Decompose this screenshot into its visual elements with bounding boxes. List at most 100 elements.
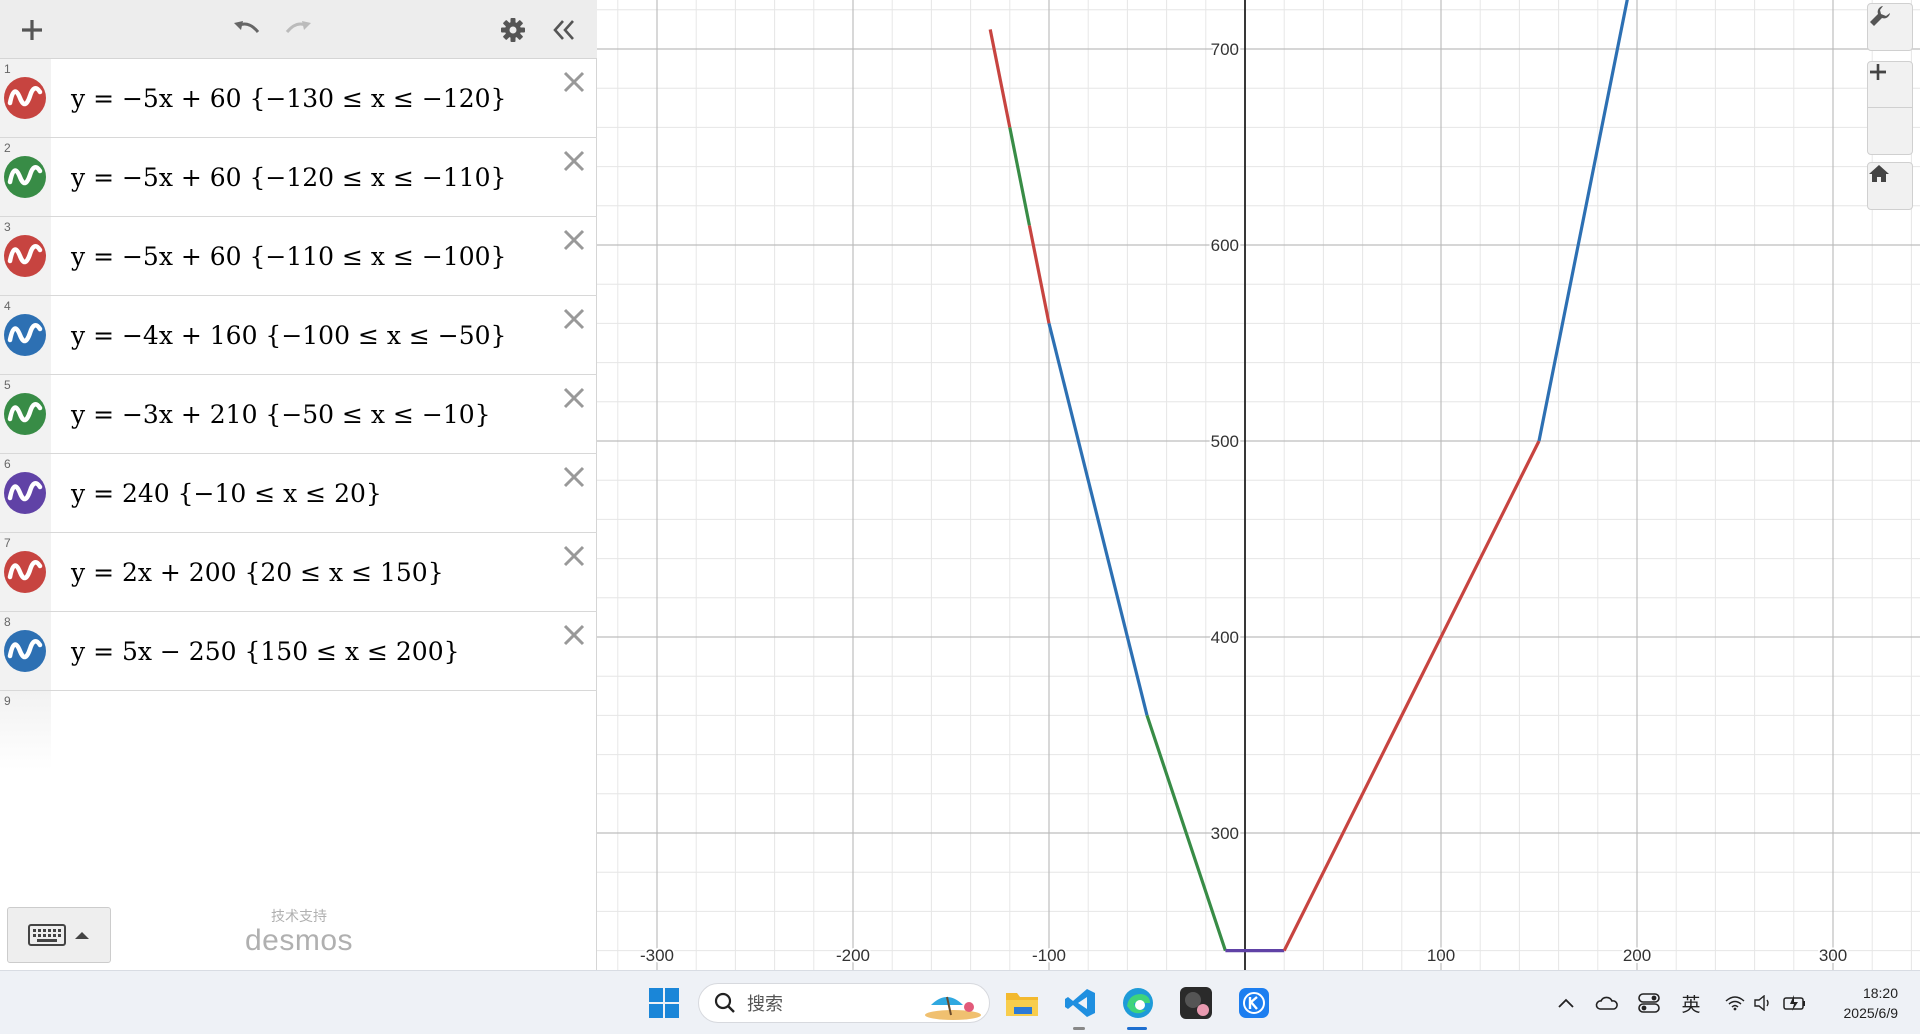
expression-row[interactable]: 5 y = −3x + 210 {−50 ≤ x ≤ −10} xyxy=(0,375,597,454)
x-tick-label: -300 xyxy=(640,946,674,965)
close-icon xyxy=(563,466,585,488)
graph-settings-button[interactable] xyxy=(1868,4,1912,50)
gear-icon xyxy=(501,18,525,42)
close-icon xyxy=(563,150,585,172)
graph-paper[interactable]: -300 -200 -100 100 200 300 300 400 500 600 700 xyxy=(597,0,1920,970)
curve-icon xyxy=(7,244,43,265)
curve-icon xyxy=(7,165,43,186)
close-icon xyxy=(563,387,585,409)
onedrive-button[interactable] xyxy=(1592,981,1622,1025)
speaker-icon xyxy=(1754,995,1769,1011)
expression-gutter: 7 xyxy=(0,533,51,611)
vscode-button[interactable] xyxy=(1058,981,1102,1025)
series-line-2 xyxy=(1008,127,1031,226)
redo-icon xyxy=(285,21,311,33)
expression-index: 7 xyxy=(4,536,11,550)
zoom-out-button[interactable] xyxy=(1868,70,1912,154)
expression-list: 1 y = −5x + 60 {−130 ≤ x ≤ −120} 2 y = −5x … xyxy=(0,59,597,770)
settings-button[interactable] xyxy=(491,8,535,52)
undo-icon xyxy=(234,21,260,33)
expression-input[interactable]: y = −5x + 60 {−120 ≤ x ≤ −110} xyxy=(51,138,506,216)
expression-row[interactable]: 8 y = 5x − 250 {150 ≤ x ≤ 200} xyxy=(0,612,597,691)
k-app-button[interactable] xyxy=(1232,981,1276,1025)
keyboard-icon xyxy=(28,924,66,946)
delete-expression-button[interactable] xyxy=(559,146,589,176)
home-icon xyxy=(1869,165,1889,182)
start-button[interactable] xyxy=(642,981,686,1025)
graph-visibility-toggle[interactable] xyxy=(4,314,46,356)
user-app-button[interactable] xyxy=(1174,981,1218,1025)
wrench-icon xyxy=(1870,6,1890,26)
undo-button[interactable] xyxy=(225,8,269,52)
system-clock[interactable]: 18:20 2025/6/9 xyxy=(1844,983,1899,1023)
expression-input[interactable]: y = 2x + 200 {20 ≤ x ≤ 150} xyxy=(51,533,444,611)
delete-expression-button[interactable] xyxy=(559,541,589,571)
expression-index: 6 xyxy=(4,457,11,471)
expression-gutter: 5 xyxy=(0,375,51,453)
graph-visibility-toggle[interactable] xyxy=(4,551,46,593)
expression-row[interactable]: 2 y = −5x + 60 {−120 ≤ x ≤ −110} xyxy=(0,138,597,217)
graph-visibility-toggle[interactable] xyxy=(4,472,46,514)
expression-index: 9 xyxy=(4,694,11,708)
expression-index: 2 xyxy=(4,141,11,155)
powered-by-desmos[interactable]: 技术支持 desmos xyxy=(244,906,354,956)
expression-input[interactable]: y = −4x + 160 {−100 ≤ x ≤ −50} xyxy=(51,296,506,374)
battery-button[interactable] xyxy=(1780,981,1810,1025)
running-app-indicator xyxy=(1073,1027,1085,1030)
show-hidden-icons-button[interactable] xyxy=(1552,981,1580,1025)
expression-row[interactable]: 3 y = −5x + 60 {−110 ≤ x ≤ −100} xyxy=(0,217,597,296)
wifi-button[interactable] xyxy=(1722,981,1748,1025)
clock-time: 18:20 xyxy=(1862,985,1898,1001)
expression-input[interactable]: y = 5x − 250 {150 ≤ x ≤ 200} xyxy=(51,612,460,690)
delete-expression-button[interactable] xyxy=(559,225,589,255)
battery-charging-icon xyxy=(1783,995,1805,1011)
windows-logo-icon xyxy=(649,988,679,1018)
graph-visibility-toggle[interactable] xyxy=(4,77,46,119)
caret-up-icon xyxy=(75,932,89,939)
edge-icon xyxy=(1123,988,1153,1018)
empty-expression-row[interactable]: 9 xyxy=(0,691,597,770)
x-tick-label: -200 xyxy=(836,946,870,965)
series-line-8 xyxy=(1537,0,1629,442)
expression-input[interactable]: y = −5x + 60 {−110 ≤ x ≤ −100} xyxy=(51,217,506,295)
expression-row[interactable]: 1 y = −5x + 60 {−130 ≤ x ≤ −120} xyxy=(0,59,597,138)
add-expression-button[interactable] xyxy=(10,8,54,52)
graph-visibility-toggle[interactable] xyxy=(4,393,46,435)
redo-button[interactable] xyxy=(276,8,320,52)
expression-input[interactable]: y = 240 {−10 ≤ x ≤ 20} xyxy=(51,454,382,532)
default-viewport-button[interactable] xyxy=(1868,163,1912,209)
expression-row[interactable]: 7 y = 2x + 200 {20 ≤ x ≤ 150} xyxy=(0,533,597,612)
keyboard-toggle-button[interactable] xyxy=(7,907,111,963)
graph-visibility-toggle[interactable] xyxy=(4,235,46,277)
delete-expression-button[interactable] xyxy=(559,67,589,97)
delete-expression-button[interactable] xyxy=(559,383,589,413)
close-icon xyxy=(563,71,585,93)
delete-expression-button[interactable] xyxy=(559,304,589,334)
quick-settings-toggle[interactable] xyxy=(1634,981,1664,1025)
curve-icon xyxy=(7,323,43,344)
expression-row[interactable]: 4 y = −4x + 160 {−100 ≤ x ≤ −50} xyxy=(0,296,597,375)
delete-expression-button[interactable] xyxy=(559,462,589,492)
collapse-sidebar-button[interactable] xyxy=(542,8,586,52)
graph-canvas[interactable]: -300 -200 -100 100 200 300 300 400 500 600 700 xyxy=(597,0,1920,970)
windows-taskbar: 搜索 英 18:20 2025/6/9 xyxy=(0,970,1920,1034)
volume-button[interactable] xyxy=(1750,981,1776,1025)
zoom-controls xyxy=(1867,61,1913,155)
wifi-icon xyxy=(1725,996,1745,1011)
graph-visibility-toggle[interactable] xyxy=(4,630,46,672)
graph-visibility-toggle[interactable] xyxy=(4,156,46,198)
delete-expression-button[interactable] xyxy=(559,620,589,650)
input-method-indicator[interactable]: 英 xyxy=(1676,981,1706,1025)
taskbar-search[interactable]: 搜索 xyxy=(698,983,990,1023)
x-tick-label: 200 xyxy=(1623,946,1651,965)
expression-input[interactable]: y = −5x + 60 {−130 ≤ x ≤ −120} xyxy=(51,59,506,137)
edge-button[interactable] xyxy=(1116,981,1160,1025)
expression-row[interactable]: 6 y = 240 {−10 ≤ x ≤ 20} xyxy=(0,454,597,533)
expression-gutter: 9 xyxy=(0,691,51,770)
expression-input[interactable]: y = −3x + 210 {−50 ≤ x ≤ −10} xyxy=(51,375,491,453)
curve-icon xyxy=(7,402,43,423)
expression-gutter: 4 xyxy=(0,296,51,374)
expression-gutter: 2 xyxy=(0,138,51,216)
search-icon xyxy=(714,992,735,1013)
file-explorer-button[interactable] xyxy=(1000,981,1044,1025)
